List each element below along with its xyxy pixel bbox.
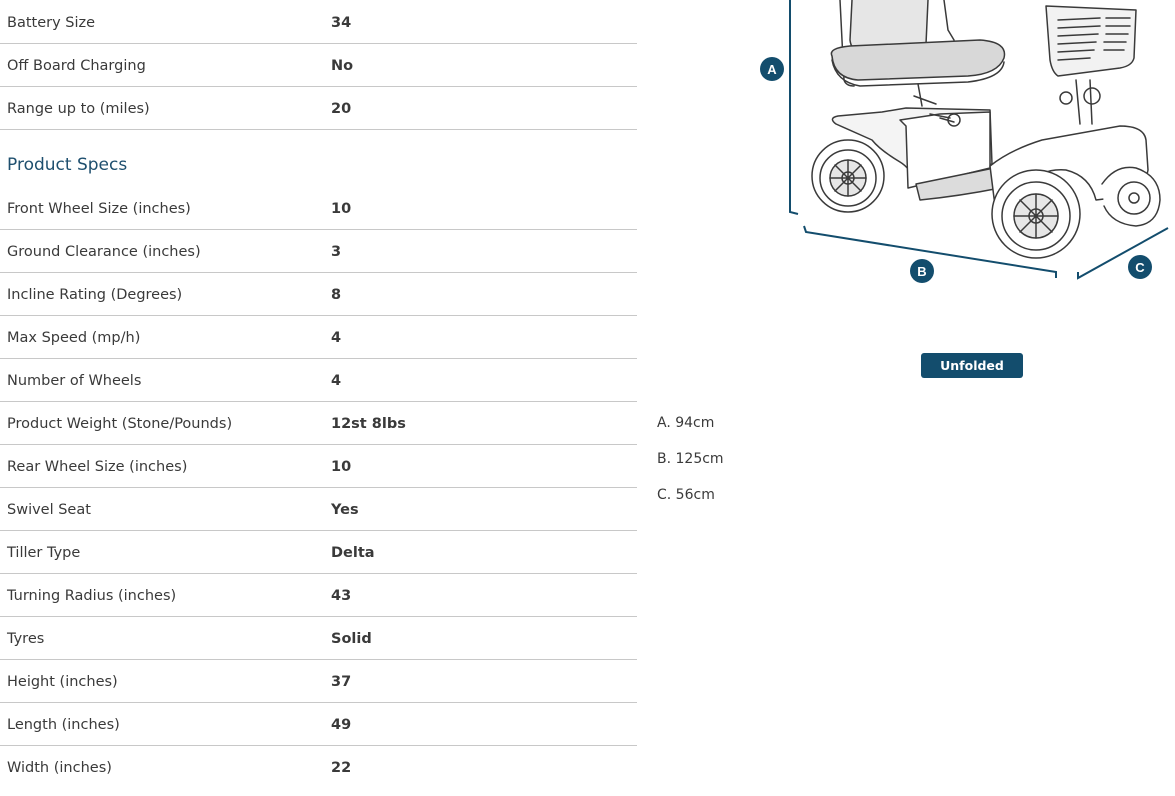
- spec-row: Range up to (miles) 20: [0, 87, 637, 130]
- spec-value: 4: [331, 373, 342, 389]
- spec-row: Off Board Charging No: [0, 44, 637, 87]
- spec-row: Rear Wheel Size (inches) 10: [0, 445, 637, 488]
- spec-label: Tiller Type: [7, 545, 81, 561]
- dimension-marker-b: B: [910, 259, 934, 283]
- svg-text:B: B: [917, 264, 926, 279]
- dimension-b: B. 125cm: [657, 451, 724, 467]
- spec-value: 8: [331, 287, 342, 303]
- spec-label: Tyres: [7, 631, 45, 647]
- spec-label: Number of Wheels: [7, 373, 142, 389]
- spec-value: 20: [331, 101, 352, 117]
- seat-cushion: [830, 39, 1006, 81]
- basket: [1045, 5, 1137, 77]
- spec-row: Incline Rating (Degrees) 8: [0, 273, 637, 316]
- spec-value: 43: [331, 588, 352, 604]
- spec-value: 4: [331, 330, 342, 346]
- spec-row: Front Wheel Size (inches) 10: [0, 187, 637, 230]
- spec-label: Swivel Seat: [7, 502, 91, 518]
- spec-row: Height (inches) 37: [0, 660, 637, 703]
- spec-label: Height (inches): [7, 674, 118, 690]
- dimension-c: C. 56cm: [657, 487, 715, 503]
- dimension-a: A. 94cm: [657, 415, 715, 431]
- spec-label: Ground Clearance (inches): [7, 244, 201, 260]
- spec-value: 3: [331, 244, 342, 260]
- spec-row: Tiller Type Delta: [0, 531, 637, 574]
- spec-value: 12st 8lbs: [331, 416, 406, 432]
- spec-label: Off Board Charging: [7, 58, 146, 74]
- spec-row: Product Weight (Stone/Pounds) 12st 8lbs: [0, 402, 637, 445]
- spec-row: Swivel Seat Yes: [0, 488, 637, 531]
- spec-row: Turning Radius (inches) 43: [0, 574, 637, 617]
- spec-label: Range up to (miles): [7, 101, 150, 117]
- side-wheel: [1101, 166, 1161, 227]
- svg-text:C: C: [1135, 260, 1145, 275]
- spec-label: Max Speed (mp/h): [7, 330, 141, 346]
- spec-row: Ground Clearance (inches) 3: [0, 230, 637, 273]
- spec-label: Turning Radius (inches): [7, 588, 177, 604]
- spec-label: Battery Size: [7, 15, 96, 31]
- spec-value: Delta: [331, 545, 375, 561]
- spec-row: Number of Wheels 4: [0, 359, 637, 402]
- spec-row: Length (inches) 49: [0, 703, 637, 746]
- spec-value: 37: [331, 674, 352, 690]
- spec-value: 10: [331, 201, 352, 217]
- spec-value: No: [331, 58, 354, 74]
- spec-row: Width (inches) 22: [0, 746, 637, 789]
- spec-label: Width (inches): [7, 760, 112, 776]
- svg-text:A: A: [767, 62, 777, 77]
- spec-value: 49: [331, 717, 352, 733]
- spec-value: Solid: [331, 631, 372, 647]
- spec-label: Rear Wheel Size (inches): [7, 459, 188, 475]
- spec-row: Max Speed (mp/h) 4: [0, 316, 637, 359]
- spec-label: Front Wheel Size (inches): [7, 201, 191, 217]
- section-title-product-specs: Product Specs: [7, 155, 128, 175]
- spec-label: Product Weight (Stone/Pounds): [7, 416, 233, 432]
- spec-row: Tyres Solid: [0, 617, 637, 660]
- spec-value: 10: [331, 459, 352, 475]
- spec-value: 34: [331, 15, 352, 31]
- dimension-marker-c: C: [1128, 255, 1152, 279]
- dimension-marker-a: A: [760, 57, 784, 81]
- unfolded-badge: Unfolded: [921, 353, 1023, 378]
- spec-row: Battery Size 34: [0, 1, 637, 44]
- spec-label: Length (inches): [7, 717, 120, 733]
- scooter-diagram: A B C: [760, 0, 1169, 283]
- spec-value: Yes: [331, 502, 359, 518]
- spec-value: 22: [331, 760, 352, 776]
- spec-label: Incline Rating (Degrees): [7, 287, 183, 303]
